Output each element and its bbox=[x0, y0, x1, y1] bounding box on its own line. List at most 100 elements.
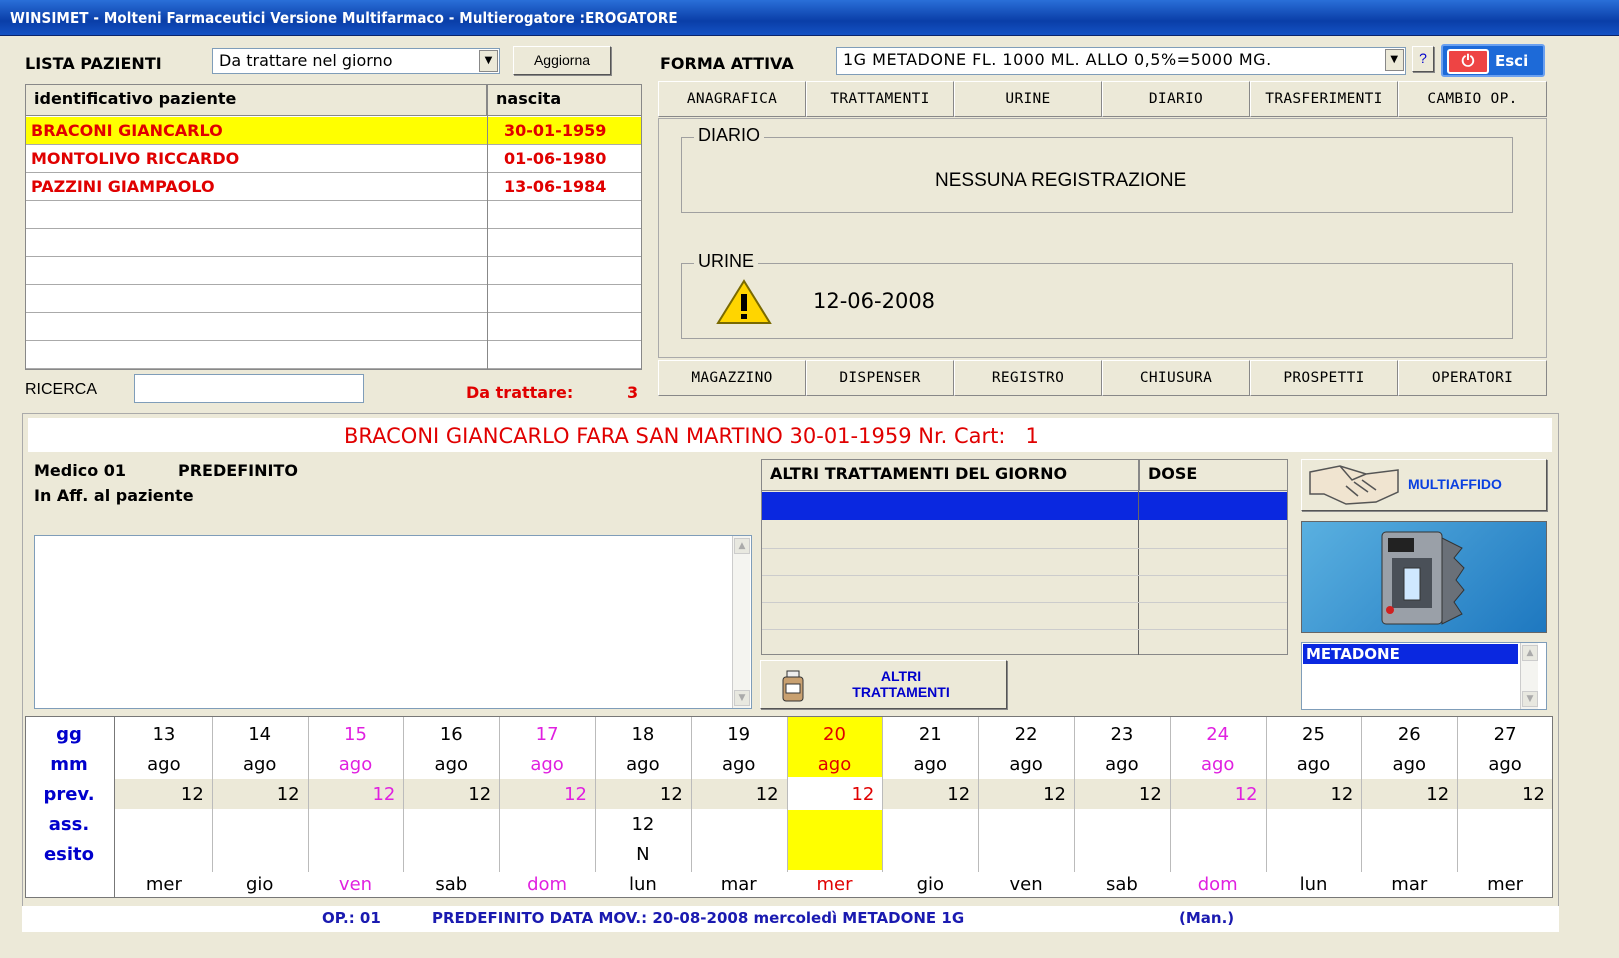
calendar-cell-prev[interactable]: 12 bbox=[1170, 784, 1266, 805]
search-input[interactable] bbox=[134, 374, 364, 403]
scroll-down-icon[interactable]: ▼ bbox=[1522, 691, 1538, 707]
scroll-down-icon[interactable]: ▼ bbox=[734, 690, 750, 706]
calendar-row-label: esito bbox=[43, 844, 95, 865]
calendar-cell-prev[interactable]: 12 bbox=[691, 784, 787, 805]
tab-chiusura[interactable]: CHIUSURA bbox=[1102, 360, 1250, 396]
calendar-cell-mm[interactable]: ago bbox=[1074, 754, 1170, 775]
calendar-cell-gg[interactable]: 16 bbox=[403, 724, 499, 745]
table-row[interactable] bbox=[26, 201, 641, 229]
tab-operatori[interactable]: OPERATORI bbox=[1398, 360, 1547, 396]
chevron-down-icon[interactable]: ▼ bbox=[479, 50, 498, 72]
calendar-cell-mm[interactable]: ago bbox=[1361, 754, 1457, 775]
dispenser-image[interactable] bbox=[1301, 521, 1547, 633]
patient-list-label: LISTA PAZIENTI bbox=[25, 54, 162, 73]
table-row[interactable] bbox=[26, 257, 641, 285]
calendar-cell-prev[interactable]: 12 bbox=[882, 784, 978, 805]
other-treatments-button-line1: ALTRI bbox=[880, 668, 922, 684]
drug-list-item[interactable]: METADONE bbox=[1303, 644, 1518, 664]
calendar-cell-mm[interactable]: ago bbox=[308, 754, 404, 775]
notes-textarea[interactable] bbox=[34, 535, 752, 709]
calendar-cell-mm[interactable]: ago bbox=[499, 754, 595, 775]
calendar-cell-mm[interactable]: ago bbox=[1266, 754, 1362, 775]
col-header-patient-id[interactable]: identificativo paziente bbox=[25, 84, 487, 116]
scroll-up-icon[interactable]: ▲ bbox=[1522, 645, 1538, 661]
power-icon: ⏻ bbox=[1447, 49, 1489, 74]
calendar-cell-prev[interactable]: 12 bbox=[308, 784, 404, 805]
active-form-select[interactable]: 1G METADONE FL. 1000 ML. ALLO 0,5%=5000 … bbox=[836, 47, 1406, 75]
tab-diario[interactable]: DIARIO bbox=[1102, 81, 1250, 117]
tab-registro[interactable]: REGISTRO bbox=[954, 360, 1102, 396]
calendar-cell-prev[interactable]: 12 bbox=[116, 784, 212, 805]
calendar-cell-prev[interactable]: 12 bbox=[212, 784, 308, 805]
calendar-cell-prev[interactable]: 12 bbox=[595, 784, 691, 805]
calendar-cell-gg[interactable]: 17 bbox=[499, 724, 595, 745]
tab-urine[interactable]: URINE bbox=[954, 81, 1102, 117]
chevron-down-icon[interactable]: ▼ bbox=[1385, 49, 1404, 71]
calendar-cell-gg[interactable]: 19 bbox=[691, 724, 787, 745]
calendar-cell-gg[interactable]: 20 bbox=[787, 724, 883, 745]
calendar-cell-mm[interactable]: ago bbox=[116, 754, 212, 775]
calendar-cell-gg[interactable]: 27 bbox=[1457, 724, 1553, 745]
calendar-cell-mm[interactable]: ago bbox=[787, 754, 883, 775]
notes-scrollbar[interactable]: ▲ ▼ bbox=[732, 536, 750, 708]
table-row[interactable]: MONTOLIVO RICCARDO 01-06-1980 bbox=[26, 145, 641, 173]
tab-trattamenti[interactable]: TRATTAMENTI bbox=[806, 81, 954, 117]
calendar-cell-gg[interactable]: 13 bbox=[116, 724, 212, 745]
status-mode: (Man.) bbox=[1179, 909, 1235, 927]
other-treatments-selected-row[interactable] bbox=[762, 492, 1287, 520]
drug-list-scrollbar[interactable]: ▲ ▼ bbox=[1520, 643, 1538, 709]
tab-prospetti[interactable]: PROSPETTI bbox=[1250, 360, 1398, 396]
calendar-cell-gg[interactable]: 26 bbox=[1361, 724, 1457, 745]
calendar-cell-gg[interactable]: 14 bbox=[212, 724, 308, 745]
calendar-cell-mm[interactable]: ago bbox=[1457, 754, 1553, 775]
table-row[interactable] bbox=[26, 341, 641, 369]
calendar-cell-gg[interactable]: 24 bbox=[1170, 724, 1266, 745]
table-row[interactable] bbox=[26, 313, 641, 341]
col-header-birth[interactable]: nascita bbox=[487, 84, 642, 116]
calendar-cell-prev[interactable]: 12 bbox=[787, 784, 883, 805]
calendar-cell-prev[interactable]: 12 bbox=[978, 784, 1074, 805]
patient-filter-select[interactable]: Da trattare nel giorno ▼ bbox=[212, 48, 500, 74]
calendar-cell-mm[interactable]: ago bbox=[403, 754, 499, 775]
table-row[interactable]: PAZZINI GIAMPAOLO 13-06-1984 bbox=[26, 173, 641, 201]
calendar-cell-prev[interactable]: 12 bbox=[1457, 784, 1553, 805]
tab-magazzino[interactable]: MAGAZZINO bbox=[658, 360, 806, 396]
calendar-cell-mm[interactable]: ago bbox=[978, 754, 1074, 775]
col-header-dose[interactable]: DOSE bbox=[1139, 459, 1288, 491]
calendar-cell-gg[interactable]: 18 bbox=[595, 724, 691, 745]
tab-trasferimenti[interactable]: TRASFERIMENTI bbox=[1250, 81, 1398, 117]
tab-anagrafica[interactable]: ANAGRAFICA bbox=[658, 81, 806, 117]
help-button[interactable]: ? bbox=[1412, 46, 1434, 72]
calendar-cell-mm[interactable]: ago bbox=[595, 754, 691, 775]
calendar-cell-ass[interactable]: 12 bbox=[595, 814, 691, 835]
calendar-row-label: prev. bbox=[43, 784, 95, 805]
calendar-cell-esito[interactable]: N bbox=[595, 844, 691, 865]
calendar-cell-prev[interactable]: 12 bbox=[1266, 784, 1362, 805]
exit-button[interactable]: ⏻ Esci bbox=[1441, 44, 1545, 77]
calendar-cell-gg[interactable]: 21 bbox=[882, 724, 978, 745]
calendar-cell-gg[interactable]: 25 bbox=[1266, 724, 1362, 745]
calendar-cell-mm[interactable]: ago bbox=[882, 754, 978, 775]
calendar-cell-prev[interactable]: 12 bbox=[499, 784, 595, 805]
col-header-other-treatments[interactable]: ALTRI TRATTAMENTI DEL GIORNO bbox=[761, 459, 1139, 491]
calendar-cell-prev[interactable]: 12 bbox=[1361, 784, 1457, 805]
calendar-cell-gg[interactable]: 15 bbox=[308, 724, 404, 745]
other-treatments-button[interactable]: ALTRI TRATTAMENTI bbox=[760, 660, 1007, 709]
calendar-cell-prev[interactable]: 12 bbox=[403, 784, 499, 805]
table-row[interactable]: BRACONI GIANCARLO 30-01-1959 bbox=[26, 117, 641, 145]
calendar-cell-gg[interactable]: 23 bbox=[1074, 724, 1170, 745]
grid-line bbox=[762, 575, 1287, 576]
table-row[interactable] bbox=[26, 229, 641, 257]
calendar-cell-mm[interactable]: ago bbox=[691, 754, 787, 775]
calendar-cell-mm[interactable]: ago bbox=[1170, 754, 1266, 775]
calendar-cell-gg[interactable]: 22 bbox=[978, 724, 1074, 745]
scroll-up-icon[interactable]: ▲ bbox=[734, 538, 750, 554]
tab-cambio-op[interactable]: CAMBIO OP. bbox=[1398, 81, 1547, 117]
refresh-button[interactable]: Aggiorna bbox=[513, 46, 611, 75]
calendar-cell-mm[interactable]: ago bbox=[212, 754, 308, 775]
multiaffido-button[interactable]: MULTIAFFIDO bbox=[1301, 459, 1547, 511]
calendar-cell-prev[interactable]: 12 bbox=[1074, 784, 1170, 805]
tab-dispenser[interactable]: DISPENSER bbox=[806, 360, 954, 396]
calendar-cell-dow: gio bbox=[916, 874, 945, 895]
table-row[interactable] bbox=[26, 285, 641, 313]
